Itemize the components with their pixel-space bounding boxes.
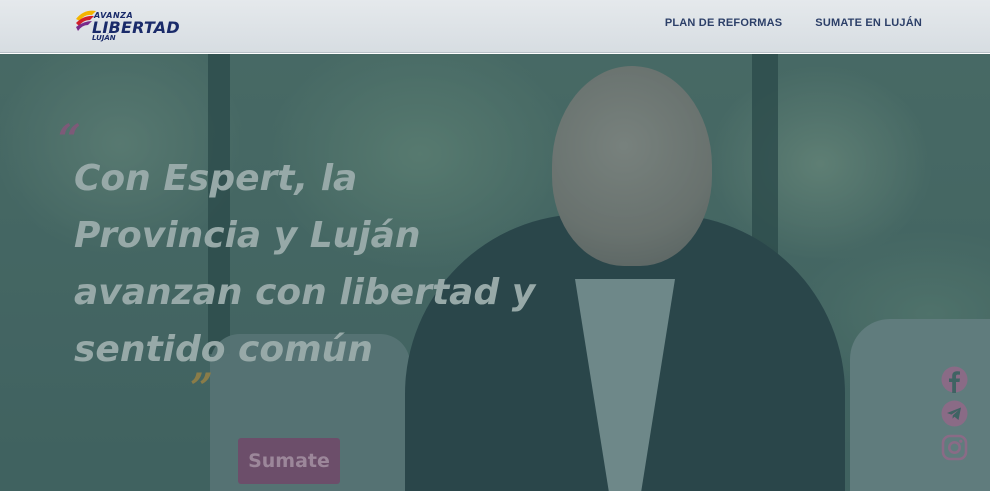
- nav-plan-de-reformas[interactable]: PLAN DE REFORMAS: [665, 17, 782, 29]
- hero-section: “ Con Espert, la Provincia y Luján avanz…: [0, 54, 990, 491]
- nav-sumate-en-lujan[interactable]: SUMATE EN LUJÁN: [815, 17, 922, 29]
- site-header: AVANZA LIBERTAD LUJÁN PLAN DE REFORMAS S…: [0, 0, 990, 53]
- hero-headline: Con Espert, la Provincia y Luján avanzan…: [74, 158, 536, 370]
- telegram-icon[interactable]: [941, 400, 968, 427]
- sumate-button[interactable]: Sumate: [238, 438, 340, 484]
- logo-line-3: LUJÁN: [92, 34, 116, 42]
- instagram-icon[interactable]: [941, 434, 968, 461]
- quote-close-mark: ”: [190, 365, 214, 412]
- main-nav: PLAN DE REFORMAS SUMATE EN LUJÁN: [665, 17, 922, 29]
- facebook-icon[interactable]: [941, 366, 968, 393]
- avanza-libertad-logo[interactable]: AVANZA LIBERTAD LUJÁN: [74, 9, 184, 45]
